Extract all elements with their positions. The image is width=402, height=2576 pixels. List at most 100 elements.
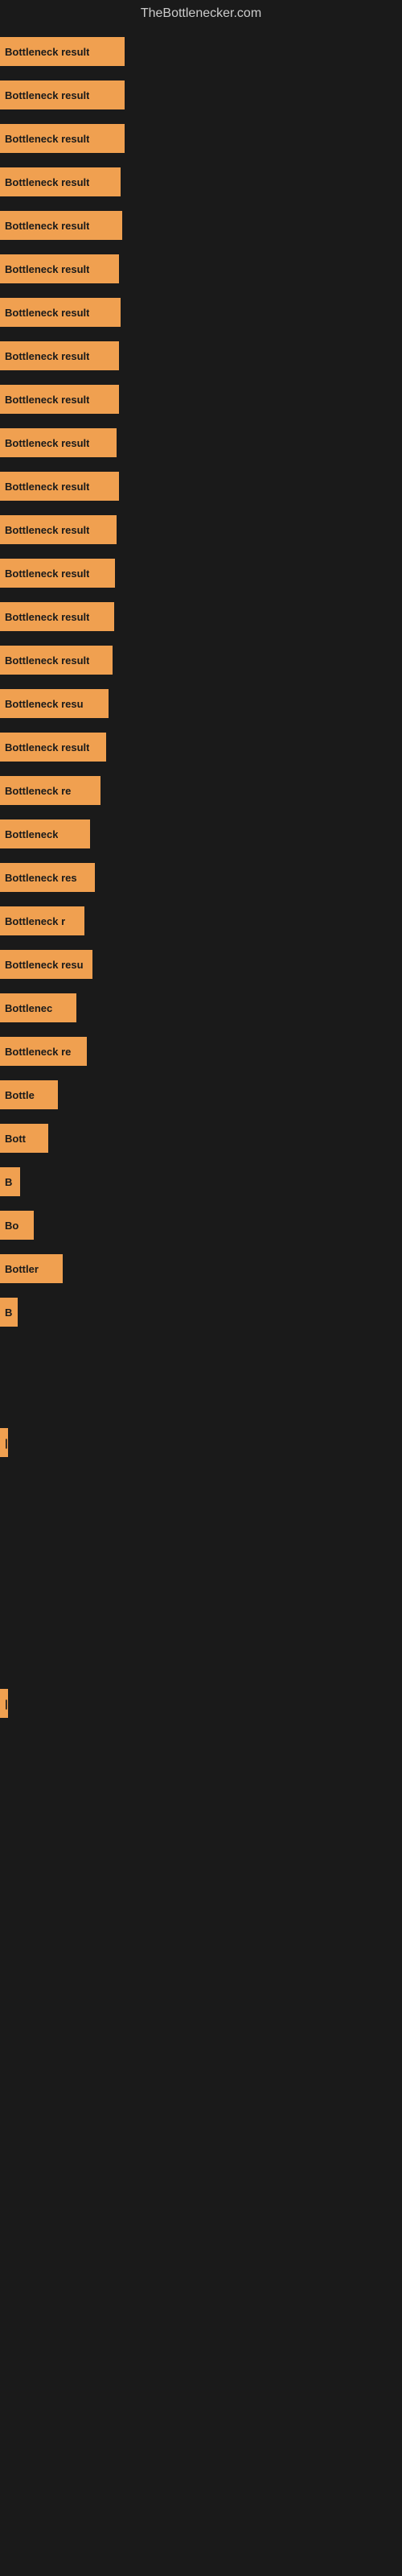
bar-label: Bottleneck — [5, 828, 58, 840]
result-bar[interactable]: Bottleneck result — [0, 37, 125, 66]
bar-label: Bottlenec — [5, 1002, 52, 1014]
bar-row: Bottleneck result — [0, 726, 402, 768]
result-bar[interactable]: Bottleneck re — [0, 1037, 87, 1066]
result-bar[interactable]: | — [0, 1428, 8, 1457]
bar-row: B — [0, 1161, 402, 1203]
bar-row — [0, 1639, 402, 1681]
bar-row: Bottler — [0, 1248, 402, 1290]
bar-row: Bottleneck result — [0, 204, 402, 246]
bar-row: Bottlenec — [0, 987, 402, 1029]
bar-label: Bottleneck result — [5, 176, 89, 188]
bars-section: Bottleneck result Bottleneck result Bottle… — [0, 27, 402, 1729]
bar-row: Bottleneck result — [0, 596, 402, 638]
result-bar[interactable]: Bottleneck result — [0, 254, 119, 283]
bar-label: Bottleneck result — [5, 350, 89, 362]
result-bar[interactable]: Bottlenec — [0, 993, 76, 1022]
bar-row: Bottleneck resu — [0, 943, 402, 985]
bar-label: Bottleneck res — [5, 872, 77, 884]
bar-label: B — [5, 1176, 12, 1188]
result-bar[interactable]: Bottleneck result — [0, 341, 119, 370]
result-bar[interactable]: Bottleneck result — [0, 428, 117, 457]
result-bar[interactable]: Bottleneck result — [0, 733, 106, 762]
bar-label: Bo — [5, 1220, 18, 1232]
bar-label: Bottleneck result — [5, 133, 89, 145]
bar-label: | — [5, 1437, 8, 1449]
bar-row: Bottleneck result — [0, 248, 402, 290]
site-title: TheBottlenecker.com — [0, 0, 402, 27]
result-bar[interactable]: Bottleneck result — [0, 472, 119, 501]
result-bar[interactable]: Bottleneck result — [0, 80, 125, 109]
bar-row — [0, 1596, 402, 1637]
result-bar[interactable]: Bottleneck r — [0, 906, 84, 935]
bar-label: Bottleneck re — [5, 1046, 71, 1058]
bar-row: | — [0, 1682, 402, 1724]
bar-row: Bottleneck result — [0, 118, 402, 159]
bar-row: B — [0, 1291, 402, 1333]
bar-row: Bottleneck r — [0, 900, 402, 942]
result-bar[interactable]: Bo — [0, 1211, 34, 1240]
bar-label: Bottleneck resu — [5, 698, 84, 710]
result-bar[interactable]: Bottleneck result — [0, 124, 125, 153]
bar-label: Bottleneck result — [5, 741, 89, 753]
bar-label: Bottleneck result — [5, 394, 89, 406]
bar-row — [0, 1552, 402, 1594]
result-bar[interactable]: Bottle — [0, 1080, 58, 1109]
result-bar[interactable]: Bottleneck result — [0, 646, 113, 675]
bar-row: Bottleneck result — [0, 465, 402, 507]
result-bar[interactable]: Bottler — [0, 1254, 63, 1283]
bar-label: Bottleneck result — [5, 307, 89, 319]
bar-label: Bottleneck result — [5, 437, 89, 449]
bar-label: Bottler — [5, 1263, 39, 1275]
bar-row: Bottleneck result — [0, 161, 402, 203]
bar-row: Bottleneck result — [0, 291, 402, 333]
result-bar[interactable]: Bottleneck result — [0, 298, 121, 327]
bar-row: Bottleneck — [0, 813, 402, 855]
bar-label: B — [5, 1307, 12, 1319]
bar-row: Bottleneck result — [0, 422, 402, 464]
result-bar[interactable]: B — [0, 1298, 18, 1327]
bar-label: Bottleneck r — [5, 915, 65, 927]
bar-row — [0, 1335, 402, 1377]
bar-row: | — [0, 1422, 402, 1463]
bar-row: Bottleneck result — [0, 74, 402, 116]
result-bar[interactable]: Bottleneck resu — [0, 689, 109, 718]
bar-row — [0, 1465, 402, 1507]
bar-row: Bottleneck result — [0, 31, 402, 72]
result-bar[interactable]: Bottleneck result — [0, 602, 114, 631]
bar-label: Bottleneck result — [5, 611, 89, 623]
bar-row: Bottleneck result — [0, 509, 402, 551]
result-bar[interactable]: Bottleneck result — [0, 385, 119, 414]
result-bar[interactable]: B — [0, 1167, 20, 1196]
bar-row: Bottleneck result — [0, 335, 402, 377]
bar-row: Bott — [0, 1117, 402, 1159]
bar-label: Bott — [5, 1133, 26, 1145]
result-bar[interactable]: Bottleneck result — [0, 515, 117, 544]
result-bar[interactable]: Bottleneck resu — [0, 950, 92, 979]
result-bar[interactable]: Bottleneck — [0, 819, 90, 848]
bar-label: Bottleneck result — [5, 89, 89, 101]
result-bar[interactable]: Bottleneck result — [0, 559, 115, 588]
bar-row: Bottleneck result — [0, 639, 402, 681]
result-bar[interactable]: | — [0, 1689, 8, 1718]
result-bar[interactable]: Bottleneck result — [0, 211, 122, 240]
bar-row: Bo — [0, 1204, 402, 1246]
result-bar[interactable]: Bott — [0, 1124, 48, 1153]
result-bar[interactable]: Bottleneck result — [0, 167, 121, 196]
bar-row — [0, 1509, 402, 1550]
bar-label: Bottleneck result — [5, 481, 89, 493]
bar-label: Bottleneck result — [5, 46, 89, 58]
bar-label: Bottleneck result — [5, 524, 89, 536]
bar-row: Bottleneck re — [0, 1030, 402, 1072]
bar-label: Bottleneck resu — [5, 959, 84, 971]
result-bar[interactable]: Bottleneck res — [0, 863, 95, 892]
bar-row: Bottleneck result — [0, 552, 402, 594]
bar-label: Bottleneck result — [5, 568, 89, 580]
bar-row: Bottleneck re — [0, 770, 402, 811]
result-bar[interactable]: Bottleneck re — [0, 776, 100, 805]
bar-row: Bottleneck resu — [0, 683, 402, 724]
bar-row: Bottle — [0, 1074, 402, 1116]
bar-label: Bottleneck result — [5, 220, 89, 232]
bar-row: Bottleneck result — [0, 378, 402, 420]
bar-label: Bottle — [5, 1089, 35, 1101]
bar-row: Bottleneck res — [0, 857, 402, 898]
